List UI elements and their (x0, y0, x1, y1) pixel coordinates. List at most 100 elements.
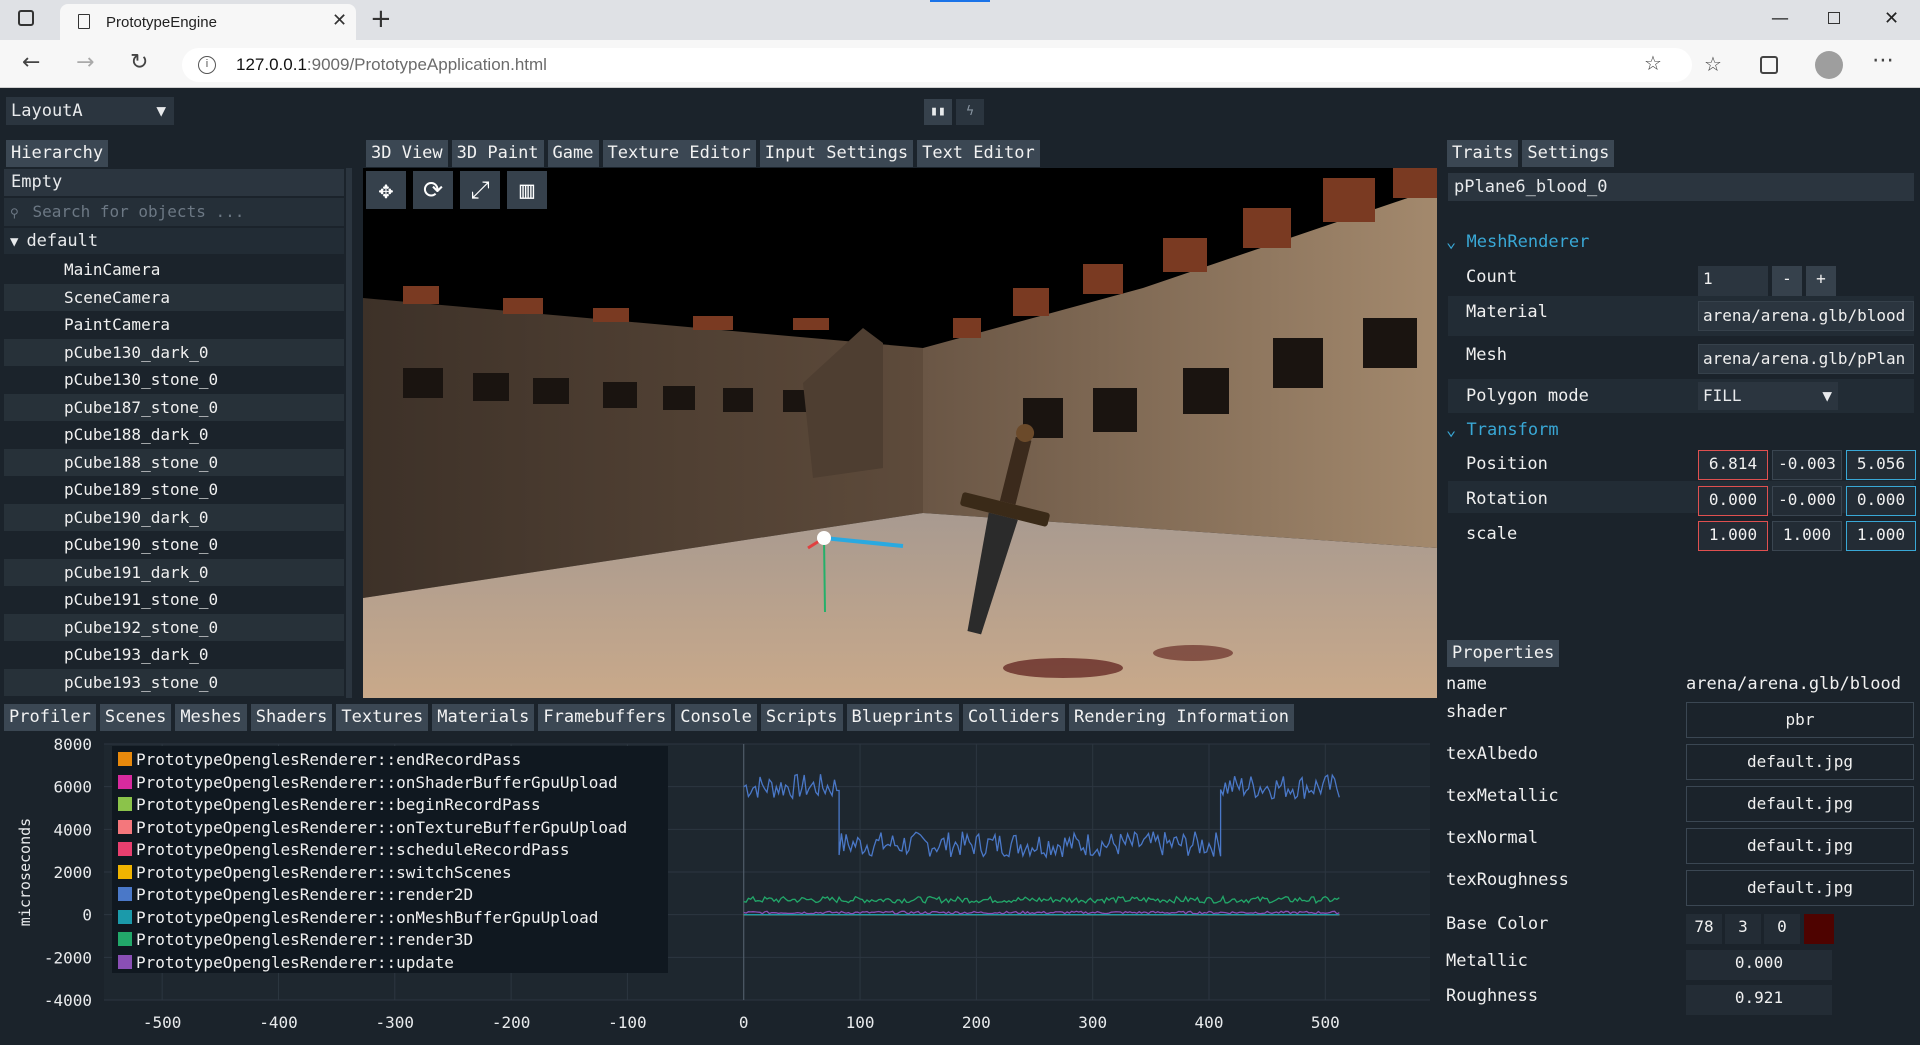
count-plus-button[interactable]: + (1806, 266, 1836, 296)
tab-textures[interactable]: Textures (336, 704, 429, 731)
hierarchy-item[interactable]: pCube191_stone_0 (4, 586, 344, 613)
layout-select[interactable]: LayoutA ▼ (6, 97, 174, 125)
maximize-icon[interactable] (1828, 12, 1840, 24)
tex-metallic-button[interactable]: default.jpg (1686, 786, 1914, 822)
tab-hierarchy[interactable]: Hierarchy (6, 140, 109, 167)
scale-y-field[interactable]: 1.000 (1772, 521, 1842, 551)
material-field[interactable]: arena/arena.glb/blood (1698, 301, 1914, 331)
favorite-add-icon[interactable]: ☆ (1644, 51, 1662, 75)
more-menu-icon[interactable]: ⋯ (1872, 48, 1894, 73)
polygon-mode-value: FILL (1703, 386, 1742, 405)
step-button[interactable]: ϟ (956, 99, 984, 125)
tab-3d-paint[interactable]: 3D Paint (451, 140, 544, 167)
tab-3d-view[interactable]: 3D View (366, 140, 448, 167)
hierarchy-search-field[interactable]: ⚲ Search for objects ... (4, 198, 344, 226)
close-window-icon[interactable]: ✕ (1884, 8, 1899, 29)
tab-game[interactable]: Game (547, 140, 599, 167)
mesh-field[interactable]: arena/arena.glb/pPlan (1698, 344, 1914, 374)
tab-profiler[interactable]: Profiler (4, 704, 96, 731)
hierarchy-item[interactable]: pCube193_stone_0 (4, 668, 344, 696)
properties-panel: name arena/arena.glb/blood shader pbr te… (1442, 668, 1920, 1041)
tab-shaders[interactable]: Shaders (250, 704, 333, 731)
browser-tab[interactable]: PrototypeEngine ✕ (60, 4, 356, 40)
tex-normal-button[interactable]: default.jpg (1686, 828, 1914, 864)
tab-blueprints[interactable]: Blueprints (846, 704, 959, 731)
rotate-tool-button[interactable]: ⟳ (413, 171, 453, 209)
tex-roughness-button[interactable]: default.jpg (1686, 870, 1914, 906)
transform-header[interactable]: ⌄ Transform (1446, 420, 1559, 440)
hierarchy-item[interactable]: PaintCamera (4, 311, 344, 338)
tab-materials[interactable]: Materials (432, 704, 535, 731)
reload-icon[interactable]: ↻ (130, 50, 148, 75)
rotation-x-field[interactable]: 0.000 (1698, 486, 1768, 516)
legend-label: PrototypeOpenglesRenderer::onMeshBufferG… (136, 907, 599, 927)
legend-swatch (118, 864, 132, 879)
roughness-field[interactable]: 0.921 (1686, 985, 1832, 1015)
base-color-b[interactable]: 0 (1764, 914, 1800, 944)
scale-x-field[interactable]: 1.000 (1698, 521, 1768, 551)
rotation-z-field[interactable]: 0.000 (1846, 486, 1916, 516)
hierarchy-item[interactable]: pCube189_stone_0 (4, 476, 344, 503)
hierarchy-item[interactable]: MainCamera (4, 256, 344, 283)
tab-properties[interactable]: Properties (1447, 640, 1560, 667)
hierarchy-item[interactable]: pCube188_dark_0 (4, 421, 344, 448)
base-color-g[interactable]: 3 (1725, 914, 1761, 944)
meshrenderer-header[interactable]: ⌄ MeshRenderer (1446, 232, 1589, 252)
forward-icon[interactable]: → (76, 50, 94, 75)
hierarchy-item[interactable]: pCube190_stone_0 (4, 531, 344, 558)
favorites-icon[interactable]: ☆ (1704, 52, 1722, 76)
hierarchy-item[interactable]: pCube130_stone_0 (4, 366, 344, 393)
collections-icon[interactable] (1760, 56, 1778, 74)
tab-text-editor[interactable]: Text Editor (917, 140, 1040, 167)
tab-scenes[interactable]: Scenes (99, 704, 172, 731)
tab-rendering-information[interactable]: Rendering Information (1069, 704, 1294, 731)
object-name-field[interactable]: pPlane6_blood_0 (1448, 173, 1914, 201)
hierarchy-item[interactable]: pCube187_stone_0 (4, 393, 344, 421)
info-icon[interactable]: i (198, 56, 216, 74)
hierarchy-item[interactable]: SceneCamera (4, 283, 344, 311)
minimize-icon[interactable]: — (1771, 8, 1789, 29)
profile-avatar[interactable] (1815, 51, 1843, 79)
tab-texture-editor[interactable]: Texture Editor (602, 140, 756, 167)
count-minus-button[interactable]: - (1772, 266, 1802, 296)
hierarchy-item[interactable]: pCube130_dark_0 (4, 338, 344, 366)
count-field[interactable]: 1 (1698, 266, 1768, 296)
position-y-field[interactable]: -0.003 (1772, 450, 1842, 480)
base-color-swatch[interactable] (1804, 914, 1834, 944)
legend-swatch (118, 752, 132, 766)
hierarchy-item[interactable]: pCube193_dark_0 (4, 641, 344, 668)
scale-z-field[interactable]: 1.000 (1846, 521, 1916, 551)
base-color-r[interactable]: 78 (1686, 914, 1722, 944)
stats-tool-button[interactable]: ▥ (507, 171, 547, 209)
url-field[interactable]: i 127.0.0.1:9009/PrototypeApplication.ht… (182, 48, 1692, 82)
tab-colliders[interactable]: Colliders (962, 704, 1066, 731)
tab-framebuffers[interactable]: Framebuffers (538, 704, 672, 731)
pause-button[interactable]: ▮▮ (924, 99, 952, 125)
hierarchy-item[interactable]: pCube190_dark_0 (4, 503, 344, 531)
tab-scripts[interactable]: Scripts (760, 704, 843, 731)
hierarchy-scrollbar[interactable] (346, 168, 352, 698)
position-z-field[interactable]: 5.056 (1846, 450, 1916, 480)
hierarchy-item[interactable]: pCube191_dark_0 (4, 558, 344, 586)
scale-tool-button[interactable]: ⤢ (460, 171, 500, 209)
hierarchy-item[interactable]: pCube188_stone_0 (4, 448, 344, 476)
new-tab-icon[interactable]: + (370, 4, 392, 34)
tab-input-settings[interactable]: Input Settings (759, 140, 914, 167)
tab-actions-icon[interactable] (18, 10, 34, 26)
close-tab-icon[interactable]: ✕ (332, 10, 347, 31)
move-tool-button[interactable]: ✥ (366, 171, 406, 209)
back-icon[interactable]: ← (22, 50, 40, 75)
tab-meshes[interactable]: Meshes (175, 704, 247, 731)
shader-button[interactable]: pbr (1686, 702, 1914, 738)
rotation-y-field[interactable]: -0.000 (1772, 486, 1842, 516)
hierarchy-item[interactable]: pCube192_stone_0 (4, 613, 344, 641)
viewport-3d[interactable]: ✥ ⟳ ⤢ ▥ (363, 168, 1437, 698)
tex-albedo-button[interactable]: default.jpg (1686, 744, 1914, 780)
tab-console[interactable]: Console (675, 704, 757, 731)
position-x-field[interactable]: 6.814 (1698, 450, 1768, 480)
tree-root[interactable]: ▼ default (4, 228, 344, 254)
tab-settings[interactable]: Settings (1522, 140, 1615, 167)
tab-traits[interactable]: Traits (1447, 140, 1519, 167)
metallic-field[interactable]: 0.000 (1686, 950, 1832, 980)
polygon-mode-select[interactable]: FILL ▼ (1698, 382, 1838, 410)
